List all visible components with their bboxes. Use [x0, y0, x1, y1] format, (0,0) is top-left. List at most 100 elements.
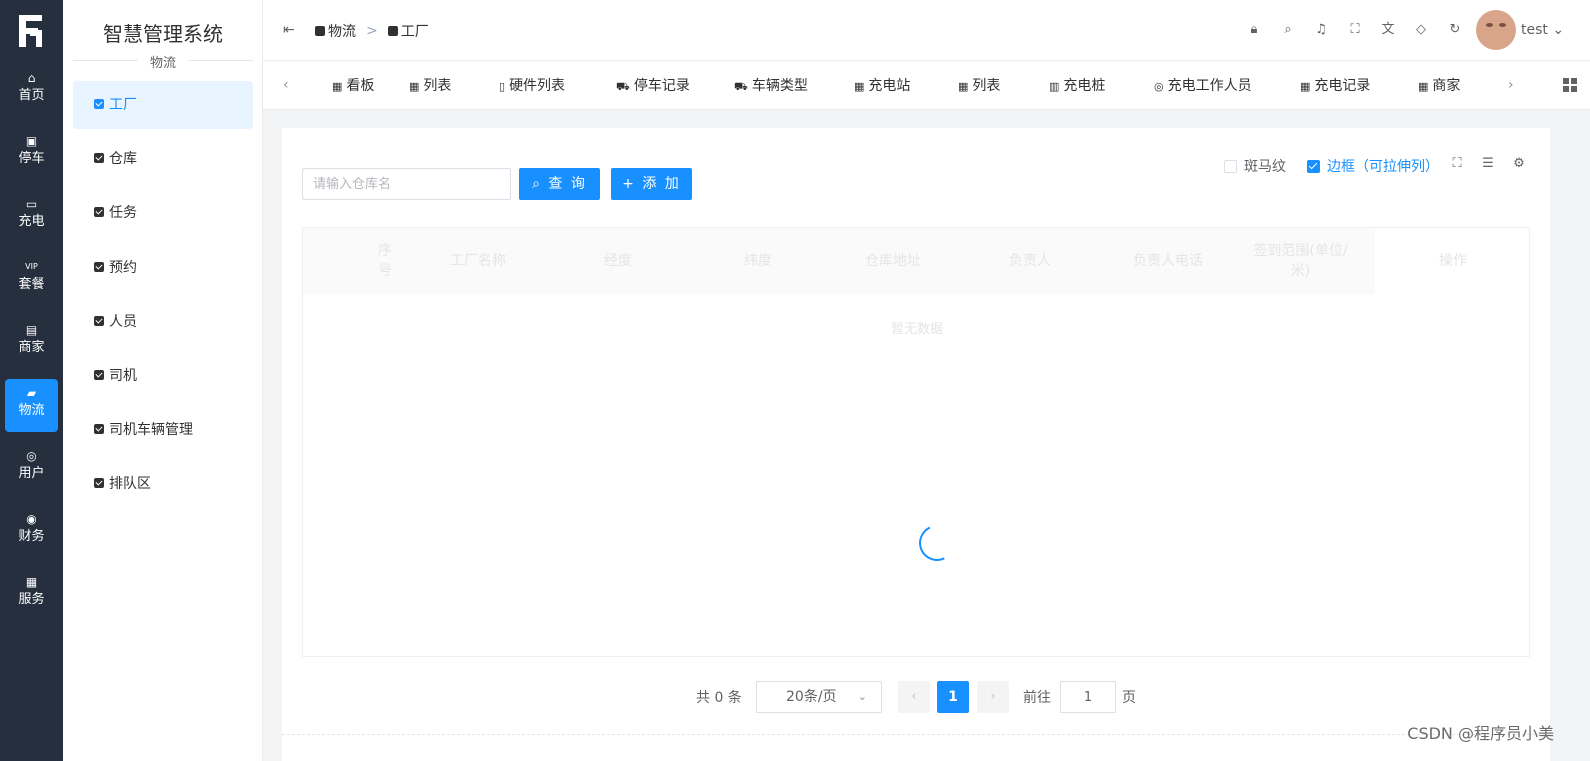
tab-label: 充电桩: [1063, 78, 1106, 94]
divider: [282, 734, 1550, 735]
query-button[interactable]: ⌕ 查 询: [519, 168, 600, 200]
column-settings-icon[interactable]: ⚙: [1511, 156, 1527, 172]
lock-icon[interactable]: 🔒︎: [1245, 21, 1263, 39]
rail-item-label: 停车: [18, 151, 45, 166]
rail-item-1[interactable]: ▣ 停车: [5, 127, 58, 180]
tabs-menu-icon[interactable]: [1563, 78, 1577, 92]
prev-page-button[interactable]: ‹: [898, 681, 930, 713]
th-factory-name: 工厂名称: [450, 253, 506, 269]
stripe-checkbox[interactable]: [1224, 159, 1237, 173]
rail-item-8[interactable]: ▦ 服务: [5, 568, 58, 621]
shop-icon: ▤: [25, 323, 38, 337]
user-menu[interactable]: test ⌄: [1521, 22, 1564, 38]
charge-icon: ▭: [25, 197, 38, 211]
rail-item-6[interactable]: ◎ 用户: [5, 442, 58, 495]
page-size-value: 20条/页: [786, 689, 837, 705]
rail-item-4[interactable]: ▤ 商家: [5, 316, 58, 369]
submenu-item-7[interactable]: 排队区: [73, 460, 253, 508]
collapse-menu-icon[interactable]: ⇤: [283, 22, 295, 38]
tab-9[interactable]: ▦ 充电记录: [1300, 62, 1370, 110]
tab-label: 车辆类型: [751, 78, 808, 94]
stripe-toggle[interactable]: 斑马纹: [1224, 156, 1286, 176]
tab-6[interactable]: ▦ 列表: [958, 62, 1000, 110]
tab-4[interactable]: ⛟ 车辆类型: [734, 62, 808, 110]
submenu-item-5[interactable]: 司机: [73, 352, 253, 400]
submenu-item-3[interactable]: 预约: [73, 244, 253, 292]
goto-page-input[interactable]: [1060, 681, 1116, 713]
border-toggle[interactable]: 边框（可拉伸列）: [1307, 156, 1439, 176]
submenu-item-1[interactable]: 仓库: [73, 135, 253, 183]
tab-label: 商家: [1432, 78, 1461, 94]
tab-8[interactable]: ◎ 充电工作人员: [1154, 62, 1252, 110]
submenu-section-title: 物流: [138, 52, 188, 71]
tab-2[interactable]: ▯ 硬件列表: [499, 62, 565, 110]
tab-label: 看板: [346, 78, 375, 94]
rail-item-5[interactable]: ▰ 物流: [5, 379, 58, 432]
tab-label: 列表: [423, 78, 452, 94]
rail-item-3[interactable]: VIP 套餐: [5, 253, 58, 306]
submenu-item-label: 仓库: [109, 151, 137, 168]
grid-icon: ▦: [854, 80, 865, 93]
app-title: 智慧管理系统: [103, 22, 223, 46]
border-checkbox[interactable]: [1307, 159, 1320, 173]
user-icon: ◎: [26, 449, 37, 463]
rail-item-label: 服务: [18, 592, 45, 607]
rail-item-label: 首页: [18, 88, 45, 103]
vip-icon: VIP: [25, 262, 38, 271]
tab-3[interactable]: ⛟ 停车记录: [616, 62, 690, 110]
page-number-current[interactable]: 1: [937, 681, 969, 713]
bell-icon[interactable]: ♫: [1312, 21, 1330, 39]
rail-item-0[interactable]: ⌂ 首页: [5, 64, 58, 117]
add-button[interactable]: + 添 加: [611, 168, 692, 200]
breadcrumb: 物流 > 工厂: [315, 21, 429, 41]
empty-state: 暂无数据: [890, 322, 943, 337]
rail-item-2[interactable]: ▭ 充电: [5, 190, 58, 243]
tabs-scroll-left-icon[interactable]: ‹: [283, 77, 289, 93]
theme-icon[interactable]: ◇: [1412, 21, 1430, 39]
rail-item-7[interactable]: ◉ 财务: [5, 505, 58, 558]
breadcrumb-item-logistics[interactable]: 物流: [328, 21, 356, 41]
loading-spinner-icon: [913, 519, 961, 567]
submenu-item-6[interactable]: 司机车辆管理: [73, 406, 253, 454]
breadcrumb-separator: >: [366, 23, 378, 39]
submenu-item-4[interactable]: 人员: [73, 298, 253, 346]
checkbox-icon: [94, 315, 104, 326]
warehouse-search-input[interactable]: [302, 168, 511, 200]
logistics-icon: [315, 26, 325, 36]
factory-icon: [387, 26, 398, 36]
tab-1[interactable]: ▦ 列表: [409, 62, 451, 110]
main-nav-rail: ⌂ 首页 ▣ 停车 ▭ 充电 VIP 套餐 ▤ 商家 ▰ 物流 ◎ 用户 ◉ 财务 ▦ 服务: [0, 0, 63, 761]
tabs-scroll-right-icon[interactable]: ›: [1508, 77, 1514, 93]
th-manager-phone: 负责人电话: [1133, 253, 1203, 269]
tab-10[interactable]: ▦ 商家: [1418, 62, 1460, 110]
avatar[interactable]: [1476, 10, 1516, 50]
submenu-item-0[interactable]: 工厂: [73, 81, 253, 129]
refresh-icon[interactable]: ↻: [1446, 21, 1464, 39]
home-icon: ⌂: [27, 71, 36, 85]
checkbox-icon: [94, 478, 104, 489]
checkbox-icon: [94, 424, 104, 435]
watermark: CSDN @程序员小美: [1407, 724, 1554, 743]
tab-5[interactable]: ▦ 充电站: [854, 62, 910, 110]
translate-icon[interactable]: 文: [1379, 21, 1397, 39]
tab-label: 列表: [972, 78, 1001, 94]
density-icon[interactable]: ☰: [1480, 156, 1496, 172]
tabs-bar: ‹ ▦ 看板 ▦ 列表 ▯ 硬件列表 ⛟ 停车记录 ⛟ 车辆类型 ▦ 充电站 ▦ 列表 ▥ 充电桩 ◎ 充电工作人…: [263, 62, 1590, 110]
submenu-item-label: 司机: [109, 368, 137, 384]
rail-item-label: 物流: [18, 403, 45, 418]
breadcrumb-item-factory: 工厂: [400, 24, 429, 40]
checkbox-icon: [94, 153, 104, 164]
tab-7[interactable]: ▥ 充电桩: [1049, 62, 1105, 110]
tab-label: 充电记录: [1314, 78, 1371, 94]
rail-item-label: 套餐: [18, 277, 45, 292]
th-latitude: 纬度: [744, 253, 772, 269]
chevron-down-icon: ⌄: [857, 690, 867, 703]
next-page-button[interactable]: ›: [977, 681, 1009, 713]
fullscreen-icon[interactable]: ⛶: [1449, 156, 1465, 172]
car-icon: ⛟: [616, 80, 630, 93]
tab-0[interactable]: ▦ 看板: [332, 62, 374, 110]
submenu-item-2[interactable]: 任务: [73, 189, 253, 237]
search-icon[interactable]: ⌕: [1279, 21, 1297, 39]
page-size-select[interactable]: 20条/页 ⌄: [756, 681, 882, 713]
fullscreen-icon[interactable]: ⛶: [1346, 21, 1364, 39]
